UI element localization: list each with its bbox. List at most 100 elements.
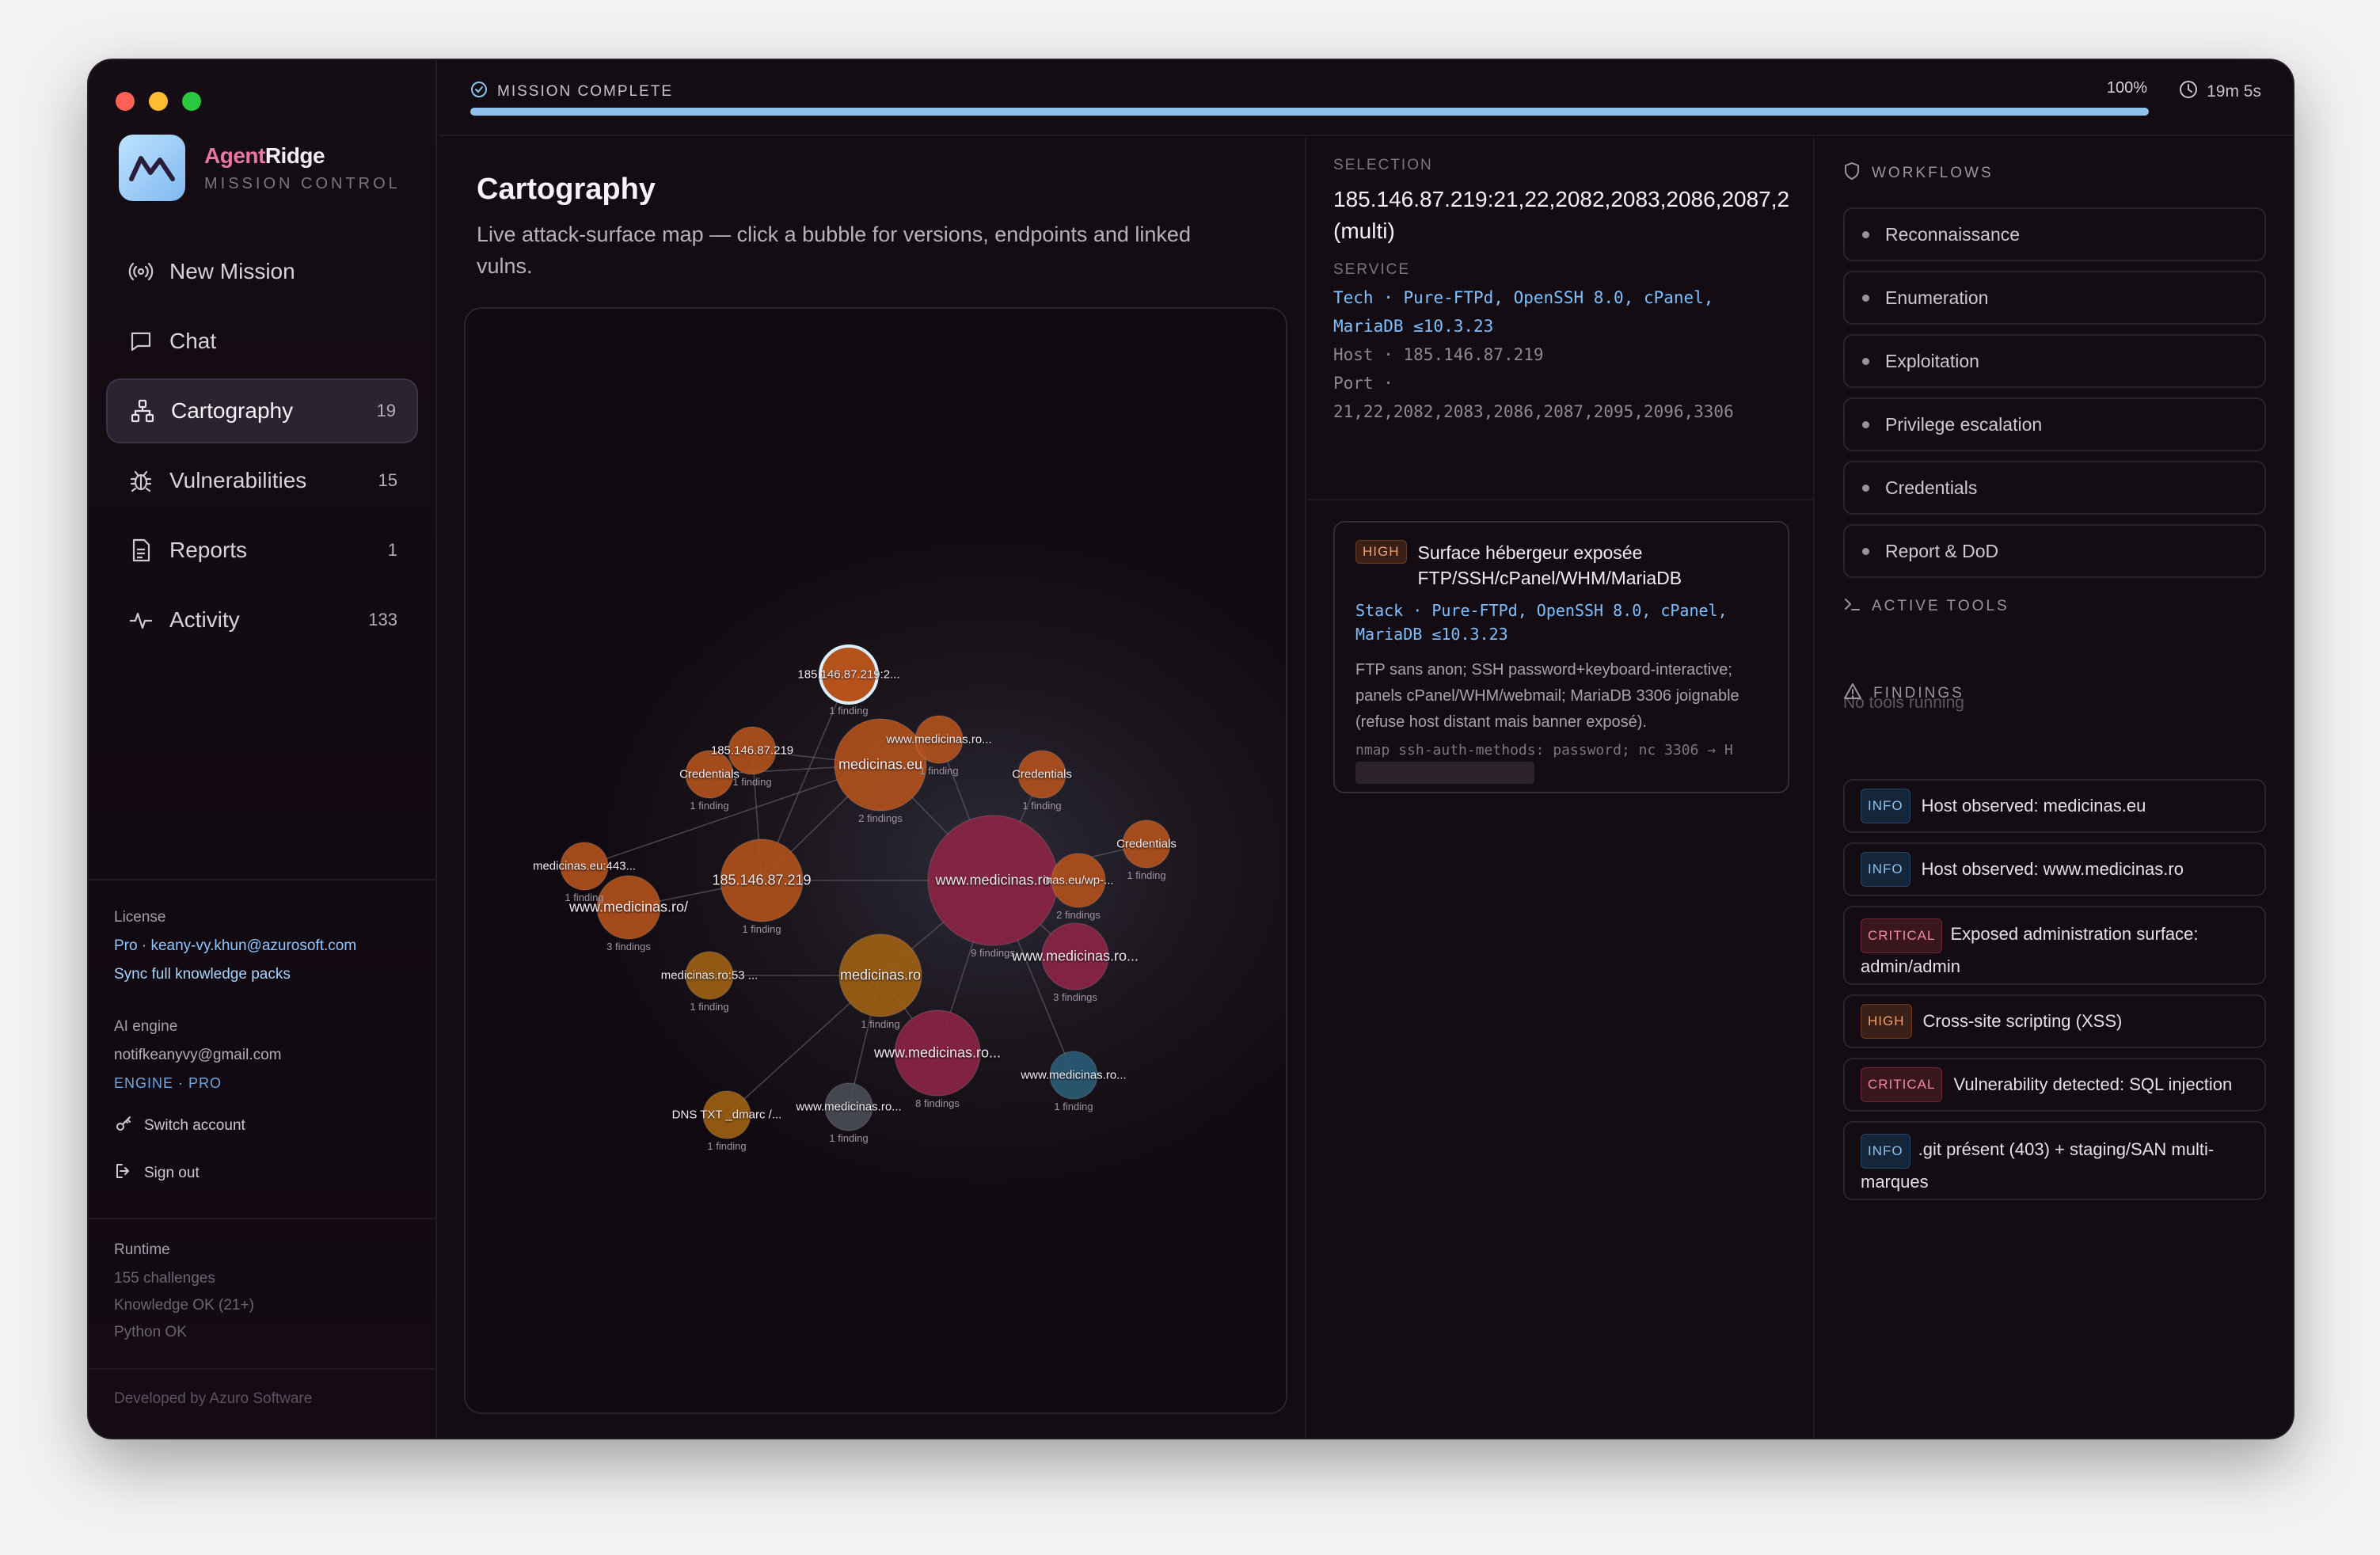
- graph-node-count: 1 finding: [707, 1140, 747, 1152]
- graph-node-label: www.medicinas.ro...: [796, 1100, 902, 1114]
- finding-text: Vulnerability detected: SQL injection: [1953, 1074, 2233, 1094]
- active-tools-heading: ACTIVE TOOLS: [1843, 595, 2009, 618]
- minimize-window-button[interactable]: [149, 92, 168, 111]
- finding-item[interactable]: INFO Host observed: www.medicinas.ro: [1843, 842, 2266, 896]
- license-plan-link[interactable]: Pro · keany-vy.khun@azurosoft.com: [114, 937, 356, 955]
- runtime-block: Runtime 155 challenges Knowledge OK (21+…: [114, 1241, 254, 1351]
- attack-surface-map[interactable]: www.medicinas.ro 9 findings medicinas.eu 2 …: [464, 307, 1287, 1414]
- workflow-label: Credentials: [1885, 477, 1978, 498]
- footer-credit: Developed by Azuro Software: [114, 1390, 313, 1407]
- brand-subtitle: MISSION CONTROL: [204, 174, 401, 192]
- workflow-label: Report & DoD: [1885, 540, 1999, 561]
- progress-fill: [470, 108, 2149, 116]
- workflow-label: Enumeration: [1885, 287, 1989, 308]
- linked-finding-card[interactable]: HIGH Surface hébergeur exposée FTP/SSH/c…: [1333, 521, 1789, 793]
- pulse-icon: [127, 606, 155, 634]
- finding-item[interactable]: CRITICAL Vulnerability detected: SQL inje…: [1843, 1058, 2266, 1112]
- graph-node-count: 9 findings: [971, 947, 1015, 959]
- workflow-report-dod[interactable]: Report & DoD: [1843, 524, 2266, 578]
- finding-item[interactable]: HIGH Cross-site scripting (XSS): [1843, 994, 2266, 1048]
- shield-icon: [1843, 162, 1861, 185]
- brand: AgentRidge MISSION CONTROL: [119, 135, 401, 201]
- sync-knowledge-link[interactable]: Sync full knowledge packs: [114, 966, 356, 983]
- workflow-enumeration[interactable]: Enumeration: [1843, 271, 2266, 325]
- sidebar: AgentRidge MISSION CONTROL New Mission C…: [89, 60, 437, 1438]
- graph-node-count: 1 finding: [1022, 800, 1062, 812]
- sidebar-item-cartography[interactable]: Cartography 19: [106, 378, 418, 443]
- graph-node-count: 8 findings: [915, 1097, 960, 1109]
- ai-engine-email: notifkeanyvy@gmail.com: [114, 1047, 282, 1063]
- active-tools-heading-label: ACTIVE TOOLS: [1872, 598, 2009, 614]
- graph-node-count: 1 finding: [690, 800, 729, 812]
- workflows-heading: WORKFLOWS: [1843, 162, 1994, 185]
- clock-icon: [2178, 79, 2199, 105]
- document-icon: [127, 536, 155, 565]
- finding-scrollbar[interactable]: [1355, 762, 1534, 784]
- runtime-challenges: 155 challenges: [114, 1270, 215, 1287]
- check-circle-icon: [470, 81, 488, 103]
- sidebar-divider: [89, 1218, 437, 1219]
- selection-title: 185.146.87.219:21,22,2082,2083,2086,2087…: [1333, 187, 1790, 211]
- finding-text: Host observed: www.medicinas.ro: [1921, 859, 2184, 879]
- workflow-credentials[interactable]: Credentials: [1843, 461, 2266, 515]
- terminal-icon: [1843, 595, 1861, 618]
- broadcast-icon: [127, 257, 155, 286]
- maximize-window-button[interactable]: [182, 92, 201, 111]
- graph-node-label: www.medicinas.ro...: [1011, 948, 1139, 964]
- sidebar-item-label: Cartography: [171, 398, 294, 423]
- close-window-button[interactable]: [116, 92, 135, 111]
- warning-icon: [1843, 682, 1862, 705]
- workflow-privilege-escalation[interactable]: Privilege escalation: [1843, 397, 2266, 451]
- graph-node-label: 185.146.87.219: [712, 872, 812, 888]
- sidebar-item-vulnerabilities[interactable]: Vulnerabilities 15: [106, 448, 418, 513]
- workflow-exploitation[interactable]: Exploitation: [1843, 334, 2266, 388]
- license-heading: License: [114, 909, 166, 926]
- finding-description: FTP sans anon; SSH password+keyboard-int…: [1355, 661, 1739, 731]
- right-panel: WORKFLOWS Reconnaissance Enumeration Exp…: [1816, 138, 2293, 1438]
- finding-item[interactable]: INFO Host observed: medicinas.eu: [1843, 779, 2266, 833]
- key-icon: [114, 1114, 133, 1138]
- workflow-reconnaissance[interactable]: Reconnaissance: [1843, 207, 2266, 261]
- sidebar-item-reports[interactable]: Reports 1: [106, 518, 418, 583]
- findings-heading: FINDINGS: [1843, 682, 1964, 705]
- selection-panel: SELECTION 185.146.87.219:21,22,2082,2083…: [1308, 138, 1815, 1438]
- severity-badge: CRITICAL: [1861, 918, 1943, 953]
- severity-badge: INFO: [1861, 789, 1910, 823]
- bullet-icon: [1862, 294, 1869, 302]
- page-subtitle: Live attack-surface map — click a bubble…: [477, 222, 1191, 278]
- sidebar-item-label: Reports: [169, 538, 248, 562]
- sign-out-button[interactable]: Sign out: [114, 1161, 281, 1185]
- runtime-python: Python OK: [114, 1324, 187, 1340]
- sidebar-item-chat[interactable]: Chat: [106, 309, 418, 374]
- graph-node-label: inas.eu/wp-...: [1043, 873, 1114, 888]
- sign-out-label: Sign out: [144, 1165, 200, 1181]
- chat-icon: [127, 327, 155, 355]
- switch-account-button[interactable]: Switch account: [114, 1114, 281, 1138]
- sidebar-item-activity[interactable]: Activity 133: [106, 587, 418, 652]
- severity-badge: INFO: [1861, 852, 1910, 887]
- sidebar-item-count: 133: [368, 610, 397, 629]
- service-tech: Tech · Pure-FTPd, OpenSSH 8.0, cPanel, Ma…: [1333, 288, 1714, 336]
- service-port: Port · 21,22,2082,2083,2086,2087,2095,209…: [1333, 374, 1734, 421]
- graph-node-count: 1 finding: [829, 705, 869, 717]
- graph-node-label: 185.146.87.219:2...: [797, 667, 900, 682]
- graph-node-count: 1 finding: [919, 765, 959, 777]
- workflows-heading-label: WORKFLOWS: [1872, 165, 1994, 181]
- graph-node-label: medicinas.ro: [839, 967, 922, 983]
- graph-node-label: medicinas.ro:53 ...: [660, 968, 758, 983]
- mission-progress-bar: [470, 108, 2149, 116]
- sign-out-icon: [114, 1161, 133, 1185]
- graph-node-label: medicinas.eu:443...: [532, 859, 637, 873]
- graph-node-label: DNS TXT _dmarc /...: [671, 1108, 782, 1122]
- brand-name: AgentRidge: [204, 143, 325, 168]
- finding-item[interactable]: CRITICAL Exposed administration surface: …: [1843, 906, 2266, 985]
- ai-engine-block: AI engine notifkeanyvy@gmail.com ENGINE …: [114, 1018, 281, 1185]
- network-icon: [128, 397, 157, 425]
- graph-node-count: 1 finding: [565, 892, 604, 903]
- graph-node-count: 1 finding: [1127, 869, 1166, 881]
- graph-node-label: Credentials: [679, 767, 739, 781]
- graph-node-count: 1 finding: [1054, 1101, 1093, 1112]
- selection-label: SELECTION: [1333, 157, 1433, 173]
- sidebar-item-new-mission[interactable]: New Mission: [106, 239, 418, 304]
- finding-item[interactable]: INFO .git présent (403) + staging/SAN mul…: [1843, 1121, 2266, 1200]
